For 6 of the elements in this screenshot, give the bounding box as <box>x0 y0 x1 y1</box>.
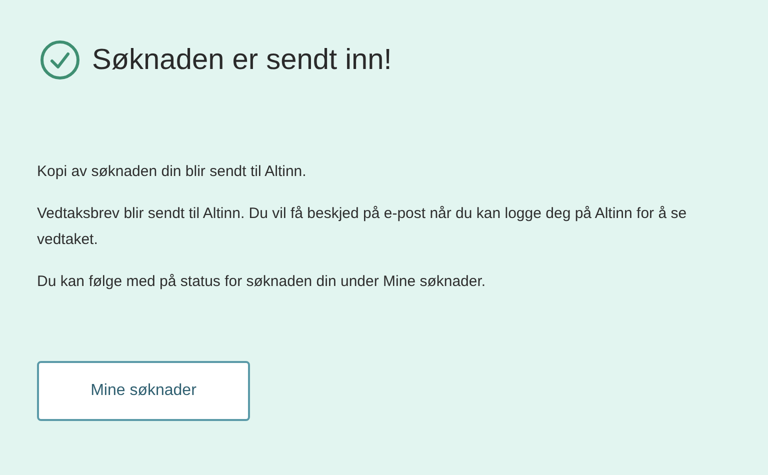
my-applications-button[interactable]: Mine søknader <box>37 361 250 421</box>
info-paragraph: Du kan følge med på status for søknaden din under Mine søknader. <box>37 272 487 292</box>
page-heading: Søknaden er sendt inn! <box>92 46 392 74</box>
info-paragraph: Vedtaksbrev blir sendt til Altinn. Du vil få beskjed på e-post når du kan logge deg på Altinn for å se vedtaket. <box>37 204 688 250</box>
info-paragraph: Kopi av søknaden din blir sendt til Altinn. <box>37 162 308 182</box>
success-check-icon <box>40 40 80 80</box>
